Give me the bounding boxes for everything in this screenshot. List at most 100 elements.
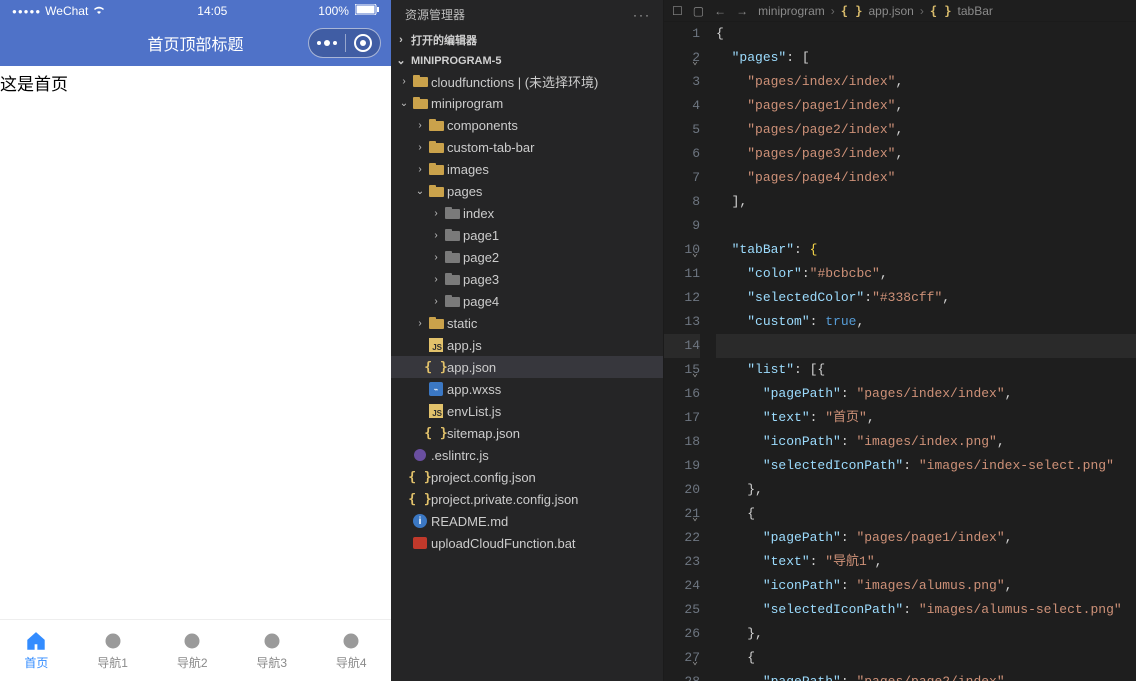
- tab-nav1[interactable]: 导航1: [97, 630, 128, 671]
- tree-node-label: page1: [463, 228, 499, 243]
- code-line[interactable]: [716, 334, 1136, 358]
- tree-node-label: README.md: [431, 514, 508, 529]
- capsule-button[interactable]: [308, 28, 381, 58]
- bookmark-icon[interactable]: ☐: [672, 4, 683, 18]
- code-line[interactable]: "selectedIconPath": "images/alumus-selec…: [716, 598, 1136, 622]
- tree-node[interactable]: { }app.json: [391, 356, 663, 378]
- code-line[interactable]: "pages/page4/index": [716, 166, 1136, 190]
- code-line[interactable]: "tabBar": {: [716, 238, 1136, 262]
- section-open-editors[interactable]: › 打开的编辑器: [391, 29, 663, 51]
- capsule-close-icon[interactable]: [354, 34, 372, 52]
- tree-node[interactable]: ›page3: [391, 268, 663, 290]
- code-line[interactable]: "pages/index/index",: [716, 70, 1136, 94]
- code-line[interactable]: "pages/page1/index",: [716, 94, 1136, 118]
- tree-node[interactable]: ⌄ miniprogram: [391, 92, 663, 114]
- chevron-right-icon[interactable]: ›: [429, 208, 443, 219]
- tab-home[interactable]: 首页: [24, 630, 48, 671]
- tree-node[interactable]: ›components: [391, 114, 663, 136]
- tree-node[interactable]: ›page4: [391, 290, 663, 312]
- tree-node[interactable]: ›index: [391, 202, 663, 224]
- breadcrumb-item[interactable]: miniprogram: [758, 4, 825, 18]
- outline-icon[interactable]: ▢: [693, 4, 704, 18]
- tree-node-label: project.private.config.json: [431, 492, 578, 507]
- code-line[interactable]: ],: [716, 190, 1136, 214]
- explorer-panel: 资源管理器 ··· › 打开的编辑器 ⌄ MINIPROGRAM-5 ›clou…: [391, 0, 664, 681]
- tab-nav2[interactable]: 导航2: [177, 630, 208, 671]
- code-line[interactable]: "iconPath": "images/index.png",: [716, 430, 1136, 454]
- tree-node[interactable]: ›custom-tab-bar: [391, 136, 663, 158]
- tree-node[interactable]: iREADME.md: [391, 510, 663, 532]
- tree-node[interactable]: uploadCloudFunction.bat: [391, 532, 663, 554]
- code-lines[interactable]: { "pages": [ "pages/index/index", "pages…: [716, 22, 1136, 681]
- chevron-right-icon[interactable]: ›: [429, 296, 443, 307]
- tree-node[interactable]: ›cloudfunctions | (未选择环境): [391, 70, 663, 92]
- tree-node[interactable]: › page2: [391, 246, 663, 268]
- code-line[interactable]: "selectedColor":"#338cff",: [716, 286, 1136, 310]
- explorer-more-icon[interactable]: ···: [633, 8, 651, 22]
- code-line[interactable]: {: [716, 22, 1136, 46]
- code-line[interactable]: "text": "导航1",: [716, 550, 1136, 574]
- tab-home-label: 首页: [24, 654, 48, 671]
- code-line[interactable]: },: [716, 622, 1136, 646]
- phone-status-bar: ●●●●● WeChat 14:05 100%: [0, 0, 391, 20]
- file-tree: ›cloudfunctions | (未选择环境) ⌄ miniprogram ›co…: [391, 70, 663, 554]
- tab-nav4[interactable]: 导航4: [336, 630, 367, 671]
- tree-node[interactable]: ›images: [391, 158, 663, 180]
- section-project[interactable]: ⌄ MINIPROGRAM-5: [391, 51, 663, 70]
- chevron-right-icon[interactable]: ›: [397, 76, 411, 87]
- tree-node[interactable]: ⌄pages: [391, 180, 663, 202]
- code-line[interactable]: {: [716, 502, 1136, 526]
- code-line[interactable]: "pages/page3/index",: [716, 142, 1136, 166]
- tree-node[interactable]: { }project.config.json: [391, 466, 663, 488]
- tree-node[interactable]: .eslintrc.js: [391, 444, 663, 466]
- code-line[interactable]: {: [716, 646, 1136, 670]
- tree-node[interactable]: JSapp.js: [391, 334, 663, 356]
- code-line[interactable]: "pagePath": "pages/index/index",: [716, 382, 1136, 406]
- tree-node-label: page2: [463, 250, 499, 265]
- tree-node[interactable]: ⌁app.wxss: [391, 378, 663, 400]
- nav-back-icon[interactable]: ←: [714, 4, 726, 18]
- breadcrumb-item[interactable]: tabBar: [958, 4, 993, 18]
- tab-nav3-icon: [261, 630, 283, 652]
- chevron-right-icon[interactable]: ›: [413, 120, 427, 131]
- chevron-right-icon[interactable]: ›: [413, 142, 427, 153]
- code-line[interactable]: [716, 214, 1136, 238]
- tree-node-label: miniprogram: [431, 96, 503, 111]
- status-time: 14:05: [197, 4, 227, 18]
- tree-node-label: project.config.json: [431, 470, 536, 485]
- code-line[interactable]: },: [716, 478, 1136, 502]
- tree-node-label: app.js: [447, 338, 482, 353]
- tree-node[interactable]: { }project.private.config.json: [391, 488, 663, 510]
- nav-title: 首页顶部标题: [147, 31, 243, 55]
- chevron-down-icon[interactable]: ⌄: [413, 186, 427, 197]
- tree-node[interactable]: › page1: [391, 224, 663, 246]
- code-line[interactable]: "color":"#bcbcbc",: [716, 262, 1136, 286]
- chevron-right-icon[interactable]: ›: [429, 252, 443, 263]
- tree-node[interactable]: JSenvList.js: [391, 400, 663, 422]
- nav-forward-icon[interactable]: →: [736, 4, 748, 18]
- code-line[interactable]: "pagePath": "pages/page2/index",: [716, 670, 1136, 681]
- code-line[interactable]: "text": "首页",: [716, 406, 1136, 430]
- code-line[interactable]: "custom": true,: [716, 310, 1136, 334]
- code-line[interactable]: "list": [{: [716, 358, 1136, 382]
- code-line[interactable]: "selectedIconPath": "images/index-select…: [716, 454, 1136, 478]
- code-line[interactable]: "pages/page2/index",: [716, 118, 1136, 142]
- chevron-right-icon[interactable]: ›: [429, 274, 443, 285]
- chevron-right-icon[interactable]: ›: [413, 318, 427, 329]
- code-line[interactable]: "pages": [: [716, 46, 1136, 70]
- chevron-right-icon[interactable]: ›: [413, 164, 427, 175]
- capsule-menu-icon[interactable]: [317, 40, 337, 46]
- code-line[interactable]: "pagePath": "pages/page1/index",: [716, 526, 1136, 550]
- chevron-right-icon[interactable]: ›: [429, 230, 443, 241]
- line-gutter[interactable]: 12⌄345678910⌄1112131415⌄161718192021⌄222…: [664, 22, 716, 681]
- wifi-icon: [92, 4, 106, 18]
- phone-nav-bar: 首页顶部标题: [0, 20, 391, 66]
- breadcrumb-item[interactable]: app.json: [868, 4, 913, 18]
- chevron-down-icon: ⌄: [395, 54, 407, 67]
- code-line[interactable]: "iconPath": "images/alumus.png",: [716, 574, 1136, 598]
- chevron-down-icon[interactable]: ⌄: [397, 98, 411, 109]
- tab-nav3[interactable]: 导航3: [256, 630, 287, 671]
- tree-node[interactable]: ›static: [391, 312, 663, 334]
- chevron-right-icon: ›: [395, 34, 407, 46]
- tree-node[interactable]: { }sitemap.json: [391, 422, 663, 444]
